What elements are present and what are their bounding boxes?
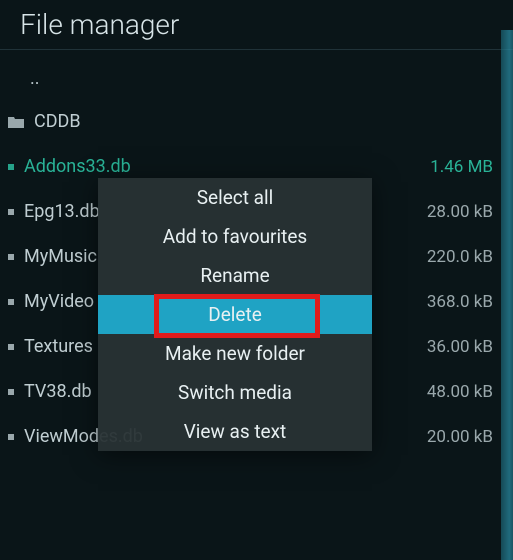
file-size: 220.0 kB	[427, 247, 493, 267]
menu-item-label: Delete	[208, 303, 262, 326]
header: File manager	[0, 0, 513, 50]
file-row-folder[interactable]: CDDB	[0, 99, 513, 144]
context-menu: Select all Add to favourites Rename Dele…	[98, 178, 372, 451]
menu-item-label: Rename	[200, 264, 269, 287]
menu-item-switch-media[interactable]: Switch media	[98, 373, 372, 412]
file-size: 20.00 kB	[427, 427, 493, 447]
file-size: 368.0 kB	[427, 292, 493, 312]
menu-item-select-all[interactable]: Select all	[98, 178, 372, 217]
menu-item-label: Switch media	[178, 381, 292, 404]
menu-item-view-as-text[interactable]: View as text	[98, 412, 372, 451]
parent-dir-row[interactable]: ..	[0, 56, 513, 99]
file-bullet-icon	[8, 164, 14, 170]
file-name: CDDB	[34, 111, 483, 132]
file-bullet-icon	[8, 344, 14, 350]
menu-item-add-favourites[interactable]: Add to favourites	[98, 217, 372, 256]
file-size: 36.00 kB	[427, 337, 493, 357]
file-bullet-icon	[8, 434, 14, 440]
menu-item-label: Add to favourites	[163, 225, 307, 248]
file-bullet-icon	[8, 389, 14, 395]
file-bullet-icon	[8, 209, 14, 215]
file-bullet-icon	[8, 254, 14, 260]
right-accent-bar	[501, 30, 513, 560]
folder-icon	[8, 116, 24, 128]
menu-item-rename[interactable]: Rename	[98, 256, 372, 295]
file-bullet-icon	[8, 299, 14, 305]
menu-item-delete[interactable]: Delete	[98, 295, 372, 334]
file-name: Addons33.db	[24, 156, 420, 177]
file-size: 28.00 kB	[427, 202, 493, 222]
parent-dir-label: ..	[30, 68, 40, 89]
menu-item-label: Select all	[197, 186, 274, 209]
menu-item-make-folder[interactable]: Make new folder	[98, 334, 372, 373]
menu-item-label: Make new folder	[165, 342, 305, 365]
file-size: 1.46 MB	[430, 157, 493, 177]
file-size: 48.00 kB	[427, 382, 493, 402]
page-title: File manager	[20, 8, 493, 41]
menu-item-label: View as text	[184, 420, 287, 443]
